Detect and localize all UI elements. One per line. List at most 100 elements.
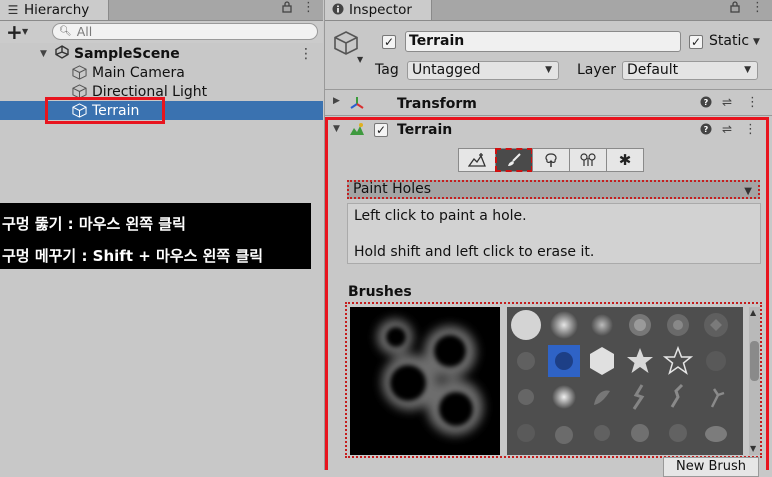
layer-label: Layer bbox=[577, 62, 617, 78]
tag-label: Tag bbox=[375, 62, 399, 78]
search-placeholder: All bbox=[76, 24, 93, 39]
foldout-arrow-icon[interactable]: ▼ bbox=[40, 49, 52, 59]
terrain-enabled-checkbox[interactable]: ✓ bbox=[374, 123, 388, 137]
search-icon: 🔍︎ bbox=[59, 26, 72, 37]
foldout-arrow-icon[interactable]: ▼ bbox=[333, 124, 340, 134]
kebab-menu-icon[interactable]: ⋮ bbox=[751, 0, 766, 15]
brush-cell[interactable] bbox=[545, 379, 583, 415]
brush-preview bbox=[350, 307, 500, 455]
scroll-up-arrow-icon[interactable]: ▲ bbox=[750, 308, 756, 317]
brush-cell[interactable] bbox=[507, 379, 545, 415]
inspector-tab[interactable]: Inspector bbox=[325, 0, 432, 20]
kebab-menu-icon[interactable]: ⋮ bbox=[746, 95, 759, 110]
brush-cell[interactable] bbox=[583, 343, 621, 379]
foldout-arrow-icon[interactable]: ▶ bbox=[333, 96, 340, 106]
brush-cell[interactable] bbox=[621, 415, 659, 451]
lock-icon[interactable] bbox=[282, 1, 292, 17]
help-line-1: Left click to paint a hole. bbox=[354, 208, 527, 224]
hierarchy-list-icon: ☰ bbox=[7, 3, 19, 17]
layer-value: Default bbox=[627, 62, 679, 78]
tag-value: Untagged bbox=[412, 62, 481, 78]
hierarchy-panel: ☰ Hierarchy ⋮ + ▼ 🔍︎ All ▼ SampleScene ⋮… bbox=[0, 0, 325, 470]
chevron-down-icon[interactable]: ▼ bbox=[22, 27, 28, 36]
new-brush-button[interactable]: New Brush bbox=[663, 457, 759, 477]
tool-mode-dropdown[interactable]: Paint Holes ▼ bbox=[347, 180, 760, 199]
hierarchy-tab[interactable]: ☰ Hierarchy bbox=[0, 0, 109, 20]
caption-line-1: 구멍 뚫기 : 마우스 왼쪽 클릭 bbox=[2, 215, 186, 233]
tag-dropdown[interactable]: Untagged ▼ bbox=[407, 61, 559, 80]
paint-details-icon bbox=[580, 153, 596, 166]
layer-dropdown[interactable]: Default ▼ bbox=[622, 61, 758, 80]
terrain-tool-bar: ✱ bbox=[458, 148, 648, 172]
brush-cell[interactable] bbox=[507, 307, 545, 343]
object-name-field[interactable]: Terrain bbox=[405, 31, 681, 52]
svg-text:?: ? bbox=[704, 125, 709, 134]
static-checkbox[interactable]: ✓ bbox=[689, 35, 703, 49]
preset-icon[interactable]: ⇌ bbox=[722, 95, 732, 109]
brush-cell[interactable] bbox=[697, 307, 735, 343]
tool-mode-value: Paint Holes bbox=[353, 181, 431, 197]
help-icon[interactable]: ? bbox=[700, 96, 712, 111]
static-dropdown-icon[interactable]: ▼ bbox=[753, 37, 760, 47]
brush-cell[interactable] bbox=[621, 343, 659, 379]
scrollbar-thumb[interactable] bbox=[750, 341, 759, 381]
brush-cell[interactable] bbox=[583, 415, 621, 451]
inspector-panel: Inspector ⋮ ▼ ✓ Terrain ✓ Static ▼ Tag U… bbox=[325, 0, 772, 477]
scroll-down-arrow-icon[interactable]: ▼ bbox=[750, 444, 756, 453]
hierarchy-search-field[interactable]: 🔍︎ All bbox=[52, 23, 318, 40]
kebab-menu-icon[interactable]: ⋮ bbox=[302, 0, 317, 15]
terrain-title[interactable]: Terrain bbox=[397, 122, 452, 138]
lock-icon[interactable] bbox=[730, 1, 740, 17]
transform-icon bbox=[350, 97, 364, 109]
brush-cell-selected[interactable] bbox=[545, 343, 583, 379]
brush-grid-scrollbar[interactable]: ▲ ▼ bbox=[749, 307, 760, 455]
raise-lower-icon bbox=[468, 153, 486, 167]
paint-terrain-tool-button[interactable] bbox=[495, 148, 533, 172]
hierarchy-item-label: Main Camera bbox=[92, 64, 185, 81]
scene-kebab-menu-icon[interactable]: ⋮ bbox=[299, 46, 313, 62]
brush-cell[interactable] bbox=[659, 307, 697, 343]
cube-icon[interactable] bbox=[333, 30, 359, 56]
brush-cell[interactable] bbox=[583, 379, 621, 415]
hierarchy-item-main-camera[interactable]: Main Camera bbox=[0, 63, 323, 82]
active-checkbox[interactable]: ✓ bbox=[382, 35, 396, 49]
preset-icon[interactable]: ⇌ bbox=[722, 122, 732, 136]
brushes-label: Brushes bbox=[348, 284, 412, 300]
transform-title[interactable]: Transform bbox=[397, 96, 477, 112]
brush-cell[interactable] bbox=[697, 415, 735, 451]
caption-line-2: 구멍 메꾸기 : Shift + 마우스 왼쪽 클릭 bbox=[2, 247, 264, 265]
brush-cell[interactable] bbox=[659, 343, 697, 379]
chevron-down-icon: ▼ bbox=[545, 65, 552, 75]
paint-details-tool-button[interactable] bbox=[569, 148, 607, 172]
brush-cell[interactable] bbox=[507, 415, 545, 451]
tool-help-box: Left click to paint a hole. Hold shift a… bbox=[347, 203, 761, 264]
brush-cell[interactable] bbox=[507, 343, 545, 379]
paint-trees-tool-button[interactable] bbox=[532, 148, 570, 172]
brush-cell[interactable] bbox=[697, 343, 735, 379]
chevron-down-icon: ▼ bbox=[744, 186, 752, 197]
terrain-settings-tool-button[interactable]: ✱ bbox=[606, 148, 644, 172]
terrain-highlight-box bbox=[45, 97, 165, 124]
brush-cell[interactable] bbox=[621, 307, 659, 343]
hierarchy-tabbar: ☰ Hierarchy ⋮ bbox=[0, 0, 323, 21]
brush-cell[interactable] bbox=[659, 379, 697, 415]
chevron-down-icon[interactable]: ▼ bbox=[357, 55, 363, 64]
brush-cell[interactable] bbox=[659, 415, 697, 451]
brush-grid[interactable] bbox=[507, 307, 743, 455]
brush-cell[interactable] bbox=[545, 415, 583, 451]
create-plus-button[interactable]: + bbox=[6, 21, 23, 43]
inspector-tabbar: Inspector ⋮ bbox=[325, 0, 772, 21]
raise-lower-tool-button[interactable] bbox=[458, 148, 496, 172]
terrain-icon bbox=[350, 123, 364, 135]
brush-cell[interactable] bbox=[697, 379, 735, 415]
help-line-2: Hold shift and left click to erase it. bbox=[354, 244, 595, 260]
scene-name: SampleScene bbox=[74, 45, 180, 62]
brush-cell[interactable] bbox=[621, 379, 659, 415]
hierarchy-scene-row[interactable]: ▼ SampleScene ⋮ bbox=[0, 44, 323, 63]
brush-cell[interactable] bbox=[545, 307, 583, 343]
unity-logo-icon bbox=[55, 44, 69, 63]
brush-cell[interactable] bbox=[583, 307, 621, 343]
kebab-menu-icon[interactable]: ⋮ bbox=[744, 122, 757, 137]
divider bbox=[325, 115, 772, 116]
help-icon[interactable]: ? bbox=[700, 123, 712, 138]
